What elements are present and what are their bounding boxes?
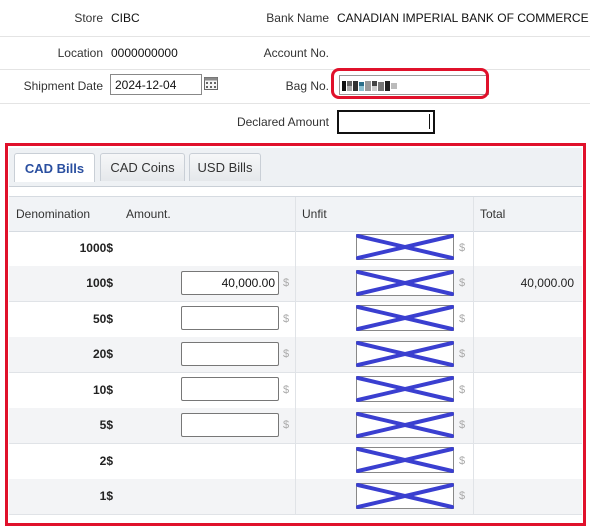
- denomination-cell: 10$: [92, 382, 113, 397]
- crossed-out-field-icon: [356, 447, 454, 473]
- bag-no-label: Bag No.: [285, 79, 329, 93]
- total-cell: [473, 301, 574, 337]
- column-divider: [295, 265, 296, 301]
- table-row: 1$ $: [9, 478, 582, 515]
- denomination-cell: 20$: [92, 347, 113, 362]
- amount-input[interactable]: [181, 377, 279, 401]
- denomination-cell: 2$: [99, 453, 113, 468]
- column-divider: [295, 230, 296, 266]
- location-row: Location 0000000000 Account No.: [0, 36, 590, 70]
- crossed-out-field-icon: [356, 234, 454, 260]
- bank-name-value: CANADIAN IMPERIAL BANK OF COMMERCE: [337, 11, 589, 25]
- column-divider: [473, 197, 474, 231]
- table-row: 5$ $ $: [9, 407, 582, 444]
- total-cell: [473, 443, 574, 479]
- store-label: Store: [74, 11, 103, 25]
- total-cell: [473, 230, 574, 266]
- amount-input[interactable]: [181, 306, 279, 330]
- bank-name-label: Bank Name: [266, 11, 329, 25]
- shipment-row: Shipment Date Bag No.: [0, 69, 590, 104]
- denomination-cell: 100$: [86, 276, 113, 291]
- account-no-value: [337, 36, 537, 69]
- store-row: Store CIBC Bank Name CANADIAN IMPERIAL B…: [0, 0, 590, 37]
- amount-currency-symbol: $: [283, 348, 290, 361]
- total-cell: [473, 337, 574, 373]
- tab-cad-coins[interactable]: CAD Coins: [100, 153, 185, 181]
- table-row: 2$ $: [9, 443, 582, 480]
- column-divider: [295, 336, 296, 372]
- location-label: Location: [57, 45, 103, 60]
- total-cell: 40,000.00: [520, 276, 574, 291]
- amount-input[interactable]: [181, 412, 279, 437]
- crossed-out-field-icon: [356, 482, 454, 509]
- denomination-cell: 50$: [92, 311, 113, 326]
- column-divider: [295, 478, 296, 514]
- unfit-currency-symbol: $: [459, 348, 466, 361]
- crossed-out-field-icon: [356, 376, 454, 402]
- total-cell: [473, 408, 574, 444]
- unfit-currency-symbol: $: [459, 312, 466, 325]
- amount-currency-symbol: $: [283, 383, 290, 396]
- text-caret: [429, 114, 430, 129]
- amount-currency-symbol: $: [283, 277, 290, 290]
- unfit-currency-symbol: $: [459, 277, 466, 290]
- denomination-cell: 5$: [99, 418, 113, 433]
- unfit-currency-symbol: $: [459, 383, 466, 396]
- crossed-out-field-icon: [356, 305, 454, 331]
- column-divider: [295, 197, 296, 231]
- unfit-currency-symbol: $: [459, 419, 466, 432]
- unfit-currency-symbol: $: [459, 490, 466, 503]
- crossed-out-field-icon: [356, 269, 454, 296]
- table-row: 20$ $ $: [9, 336, 582, 373]
- shipment-date-input[interactable]: [110, 74, 202, 95]
- crossed-out-field-icon: [356, 340, 454, 367]
- crossed-out-field-icon: [356, 411, 454, 438]
- denomination-cell: 1$: [99, 489, 113, 504]
- declared-amount-label: Declared Amount: [236, 114, 329, 129]
- column-header-total: Total: [480, 207, 506, 221]
- column-header-unfit: Unfit: [302, 207, 327, 221]
- unfit-currency-symbol: $: [459, 454, 466, 467]
- column-header-amount: Amount.: [126, 207, 171, 221]
- amount-currency-symbol: $: [283, 419, 290, 432]
- redacted-bag-number: [342, 81, 397, 91]
- column-divider: [295, 372, 296, 408]
- account-no-label: Account No.: [263, 45, 329, 60]
- currency-tabs: CAD Bills CAD Coins USD Bills: [9, 148, 582, 187]
- declared-amount-input[interactable]: [337, 110, 435, 134]
- amount-currency-symbol: $: [283, 312, 290, 325]
- store-value: CIBC: [111, 11, 140, 25]
- location-value: 0000000000: [111, 45, 178, 60]
- column-divider: [295, 407, 296, 443]
- declared-row: Declared Amount: [0, 103, 590, 140]
- total-cell: [473, 479, 574, 515]
- denomination-cell: 1000$: [79, 240, 113, 255]
- unfit-currency-symbol: $: [459, 241, 466, 254]
- table-row: 50$ $ $: [9, 301, 582, 338]
- grid-header: Denomination Amount. Unfit Total: [9, 196, 582, 232]
- table-row: 10$ $ $: [9, 372, 582, 409]
- tab-usd-bills[interactable]: USD Bills: [189, 153, 261, 181]
- column-header-denomination: Denomination: [16, 207, 91, 221]
- column-divider: [295, 301, 296, 337]
- table-row: 1000$ $: [9, 230, 582, 267]
- shipment-date-label: Shipment Date: [23, 79, 103, 93]
- amount-input[interactable]: 40,000.00: [181, 270, 279, 295]
- tab-cad-bills[interactable]: CAD Bills: [14, 153, 95, 182]
- table-row: 100$ 40,000.00 $ $40,000.00: [9, 265, 582, 302]
- column-divider: [295, 443, 296, 479]
- amount-input[interactable]: [181, 341, 279, 366]
- total-cell: [473, 372, 574, 408]
- calendar-icon[interactable]: [204, 76, 218, 90]
